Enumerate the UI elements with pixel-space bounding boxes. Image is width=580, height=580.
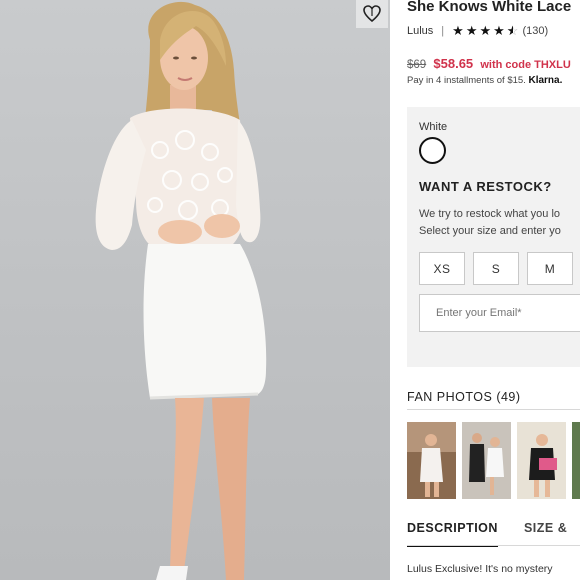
email-input[interactable] [419, 294, 580, 332]
heart-icon [363, 5, 381, 23]
installments-info: Pay in 4 installments of $15. Klarna. [407, 75, 562, 86]
divider [407, 409, 580, 410]
fan-photo-image [462, 422, 511, 499]
original-price: $69 [407, 59, 427, 71]
brand-link[interactable]: Lulus [407, 25, 433, 37]
restock-box: White WANT A RESTOCK? We try to restock … [407, 107, 580, 367]
size-button-xs[interactable]: XS [419, 252, 465, 285]
fan-photo-thumbnail[interactable] [572, 422, 580, 499]
tab-size-fit[interactable]: SIZE & [524, 521, 567, 547]
size-selector: XS S M [419, 252, 573, 285]
fan-photo-thumbnail[interactable] [517, 422, 566, 499]
rating-stars[interactable]: ★ ★ ★ ★ ☆ ★ [452, 23, 518, 39]
sale-price: $58.65 [433, 56, 474, 71]
wishlist-button[interactable] [356, 0, 388, 28]
star-icon: ★ [465, 23, 478, 38]
model-photo [95, 1, 267, 580]
color-label: White [419, 121, 448, 133]
star-icon: ★ [493, 23, 505, 38]
size-button-m[interactable]: M [527, 252, 573, 285]
installments-text: Pay in 4 installments of $15. [407, 75, 526, 86]
review-count[interactable]: (130) [522, 25, 548, 37]
restock-title: WANT A RESTOCK? [419, 179, 552, 194]
tab-description[interactable]: DESCRIPTION [407, 521, 498, 547]
restock-line-2: Select your size and enter yo [419, 225, 561, 237]
fan-photo-image [517, 422, 566, 499]
fan-photo-image [572, 422, 580, 499]
color-swatch[interactable] [419, 137, 446, 164]
promo-code-text: with code THXLU [480, 59, 571, 71]
fan-photo-thumbnail[interactable] [407, 422, 456, 499]
description-text: Lulus Exclusive! It's no mystery [407, 563, 553, 575]
product-title: She Knows White Lace [407, 0, 572, 15]
fan-photo-thumbnail[interactable] [462, 422, 511, 499]
star-icon: ★ [452, 23, 464, 38]
klarna-logo[interactable]: Klarna. [528, 75, 562, 86]
divider: | [441, 25, 445, 37]
star-icon: ★ [479, 23, 492, 38]
fan-photos-title[interactable]: FAN PHOTOS (49) [407, 390, 521, 404]
restock-line-1: We try to restock what you lo [419, 208, 561, 220]
brand-rating-row: Lulus | ★ ★ ★ ★ ☆ ★ (130) [407, 23, 548, 39]
restock-description: We try to restock what you lo Select you… [419, 206, 561, 240]
fan-photos-strip [407, 422, 580, 499]
product-info-panel: She Knows White Lace Lulus | ★ ★ ★ ★ ☆ ★… [390, 0, 580, 580]
fan-photo-image [407, 422, 456, 499]
product-image[interactable] [0, 0, 390, 580]
price-row: $69 $58.65 with code THXLU [407, 56, 571, 71]
star-half-icon: ☆ ★ [506, 23, 519, 38]
size-button-s[interactable]: S [473, 252, 519, 285]
divider [407, 545, 580, 546]
product-tabs: DESCRIPTION SIZE & [407, 521, 567, 547]
